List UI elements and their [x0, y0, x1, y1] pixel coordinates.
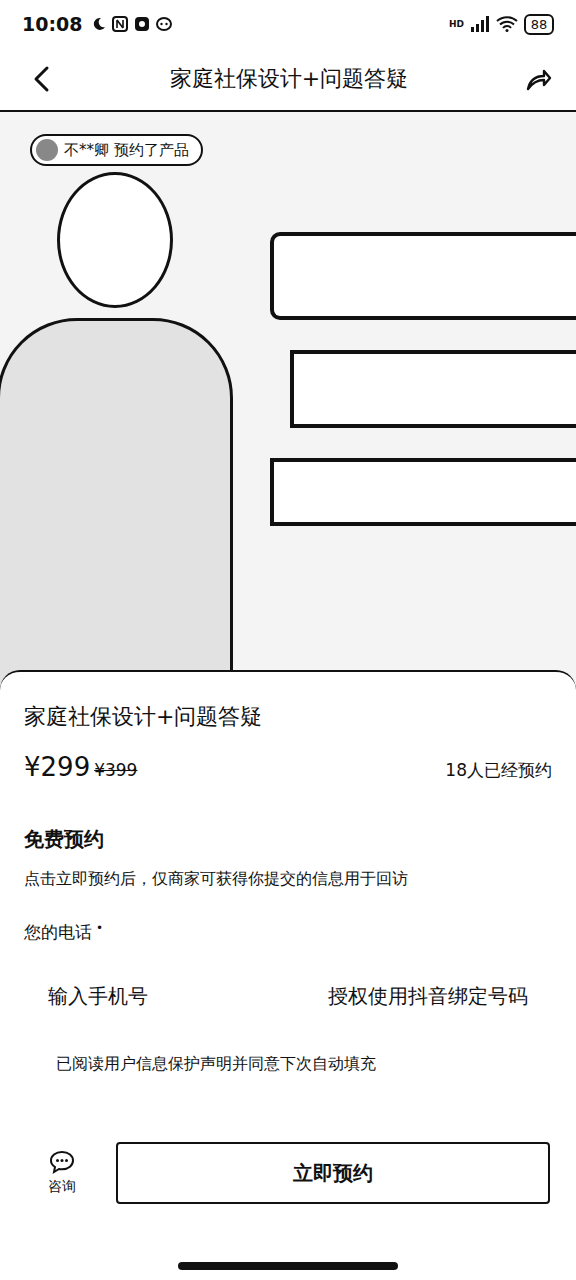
share-icon[interactable] [524, 65, 552, 93]
product-title: 家庭社保设计+问题答疑 [24, 702, 552, 732]
banner-image: 不**卿 预约了产品 [0, 112, 576, 692]
product-page: 10:08HD88家庭社保设计+问题答疑不**卿 预约了产品家庭社保设计+问题答… [0, 0, 576, 1280]
battery-indicator: 88 [524, 14, 554, 35]
app-icon [134, 16, 150, 32]
consent-text[interactable]: 已阅读用户信息保护声明并同意下次自动填充 [24, 1052, 552, 1076]
consult-button[interactable]: 咨询 [48, 1150, 76, 1196]
status-bar: 10:08 HD 88 [0, 0, 576, 48]
presenter-figure [0, 112, 230, 692]
required-mark: • [96, 921, 103, 944]
message-icon [156, 16, 172, 32]
phone-input-row: 输入手机号 授权使用抖音绑定号码 [24, 976, 552, 1016]
signal-icon [470, 16, 490, 32]
original-price: ¥399 [94, 760, 137, 780]
chat-icon [49, 1150, 75, 1174]
bottom-bar: 咨询立即预约 [24, 1142, 552, 1204]
network-label: HD [449, 19, 464, 29]
authorize-phone-button[interactable]: 授权使用抖音绑定号码 [328, 983, 528, 1010]
page-title: 家庭社保设计+问题答疑 [66, 64, 512, 94]
price: ¥299 [24, 752, 90, 782]
booking-badge: 不**卿 预约了产品 [30, 134, 203, 166]
status-time: 10:08 [22, 13, 82, 35]
wifi-icon [496, 16, 518, 32]
avatar-icon [36, 139, 58, 161]
home-area [24, 1204, 552, 1280]
home-indicator [178, 1262, 398, 1270]
booking-sheet: 家庭社保设计+问题答疑 ¥299¥399 18人已经预约免费预约点击立即预约后，仅商… [0, 670, 576, 1280]
moon-icon [92, 17, 106, 31]
price-row: ¥299¥399 18人已经预约 [24, 752, 552, 782]
nfc-icon [112, 16, 128, 32]
phone-label: 您的电话• [24, 921, 552, 944]
form-notice: 点击立即预约后，仅商家可获得你提交的信息用于回访 [24, 867, 552, 891]
phone-input[interactable]: 输入手机号 [48, 983, 148, 1010]
banner-graphic [230, 112, 576, 692]
nav-header: 家庭社保设计+问题答疑 [0, 48, 576, 112]
form-heading: 免费预约 [24, 826, 552, 853]
submit-button[interactable]: 立即预约 [116, 1142, 550, 1204]
booked-count: 18人已经预约 [445, 759, 552, 782]
back-arrow-icon[interactable] [30, 65, 54, 93]
